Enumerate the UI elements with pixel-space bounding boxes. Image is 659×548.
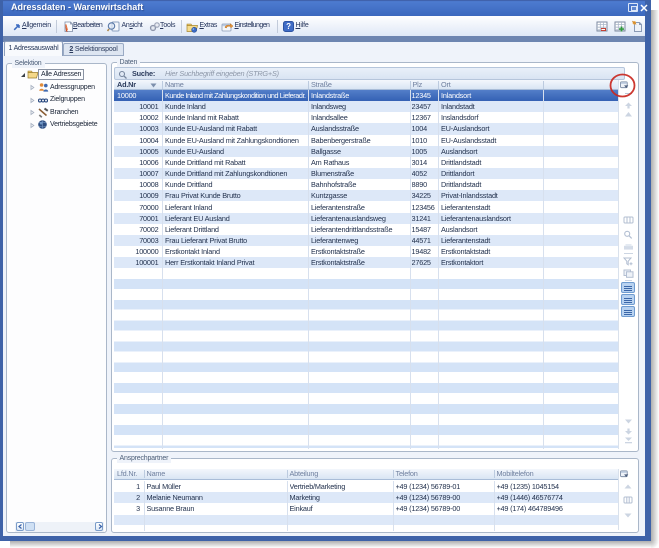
svg-text:?: ? (286, 22, 291, 31)
